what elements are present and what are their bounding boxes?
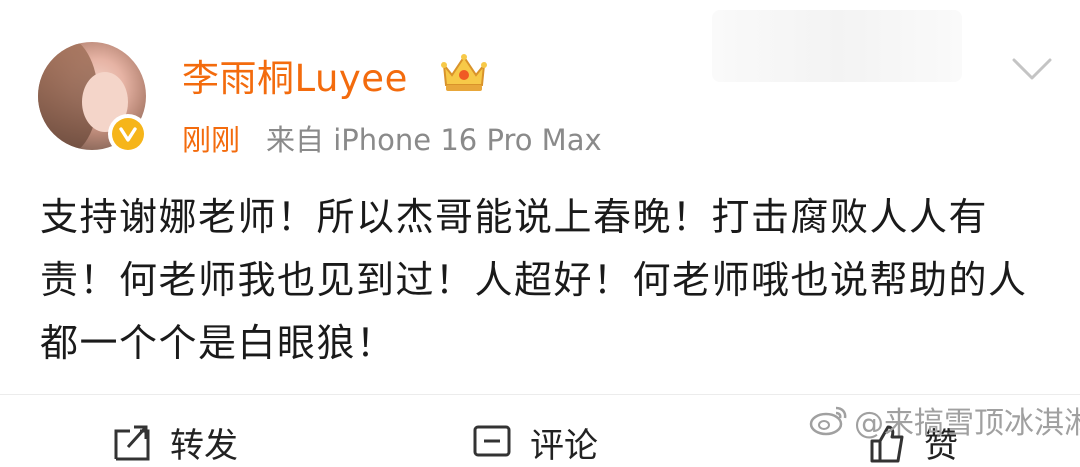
repost-icon [114, 425, 150, 460]
username[interactable]: 李雨桐Luyee [182, 48, 408, 102]
repost-label: 转发 [170, 426, 238, 466]
divider [0, 394, 1080, 395]
post-meta: 刚刚 来自 iPhone 16 Pro Max [182, 117, 602, 159]
watermark: @来搞雪顶冰淇淋 [808, 398, 1080, 442]
post-time: 刚刚 [182, 123, 241, 157]
weibo-logo-icon [809, 406, 847, 436]
watermark-text: @来搞雪顶冰淇淋 [854, 406, 1080, 441]
post-content: 支持谢娜老师！所以杰哥能说上春晚！打击腐败人人有责！何老师我也见到过！人超好！何… [40, 195, 1028, 365]
chevron-down-icon[interactable] [1010, 54, 1054, 84]
comment-button[interactable]: 评论 [472, 418, 598, 467]
crown-icon[interactable] [438, 51, 490, 95]
repost-button[interactable]: 转发 [112, 418, 238, 467]
comment-label: 评论 [530, 426, 598, 466]
verified-badge-icon [108, 114, 148, 154]
blurred-area [712, 10, 962, 82]
comment-icon [473, 425, 511, 456]
post-source: 来自 iPhone 16 Pro Max [266, 123, 602, 157]
